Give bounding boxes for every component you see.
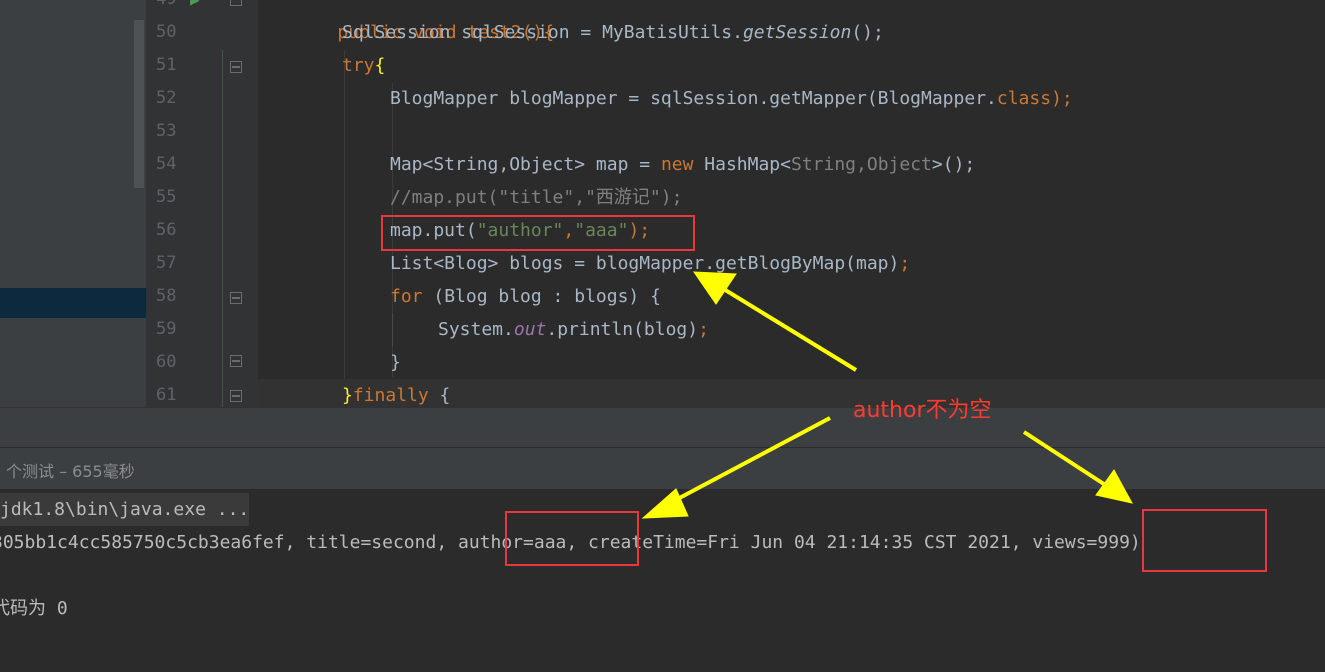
line-number: 50	[156, 22, 177, 42]
code-line: try{	[258, 49, 1325, 82]
project-scrollbar[interactable]	[134, 20, 144, 188]
line-number: 52	[156, 88, 177, 108]
code-text: ();	[851, 22, 884, 43]
code-text: new	[660, 154, 694, 175]
highlight-box-author	[505, 511, 639, 566]
code-line: BlogMapper blogMapper = sqlSession.getMa…	[258, 82, 1325, 115]
fold-icon[interactable]	[230, 390, 242, 402]
code-text: }	[390, 352, 401, 373]
code-line: List<Blog> blogs = blogMapper.getBlogByM…	[258, 247, 1325, 280]
fold-guide-line	[222, 50, 223, 407]
code-text: class	[996, 88, 1052, 109]
console-output[interactable]: jdk1.8\bin\java.exe ... 305bb1c4cc585750…	[0, 489, 1325, 672]
code-comment: //map.put("title","西游记");	[390, 187, 683, 208]
code-line: //map.put("title","西游记");	[258, 181, 1325, 214]
line-number: 56	[156, 220, 177, 240]
console-command-line: jdk1.8\bin\java.exe ...	[0, 493, 250, 526]
code-text: SqlSession sqlSession = MyBatisUtils.	[342, 22, 743, 43]
fold-icon[interactable]	[230, 0, 242, 6]
fold-icon[interactable]	[230, 292, 242, 304]
code-text: }	[342, 385, 353, 406]
code-text: try	[342, 55, 375, 76]
code-text: {	[374, 55, 386, 76]
run-test-icon[interactable]: ▶	[190, 0, 200, 9]
console-exit-line: 代码为 0	[0, 598, 68, 619]
console-text: 305bb1c4cc585750c5cb3ea6fef, title=secon…	[0, 532, 458, 553]
code-text: {	[428, 385, 451, 406]
line-number: 60	[156, 352, 177, 372]
code-text: ;	[899, 253, 911, 274]
run-toolbar[interactable]	[0, 407, 1325, 448]
console-text-views: views=999)	[1032, 532, 1141, 553]
fold-icon[interactable]	[230, 355, 242, 367]
line-number: 57	[156, 253, 177, 273]
code-text: (Blog blog : blogs) {	[422, 286, 661, 307]
code-text: BlogMapper blogMapper = sqlSession.getMa…	[390, 88, 997, 109]
code-line: Map<String,Object> map = new HashMap<Str…	[258, 148, 1325, 181]
code-line: SqlSession sqlSession = MyBatisUtils.get…	[258, 16, 1325, 49]
code-text: .println(blog)	[546, 319, 699, 340]
highlight-box-map-put	[381, 215, 695, 251]
code-text: ;	[698, 319, 709, 340]
line-number: 55	[156, 187, 177, 207]
line-number: 51	[156, 55, 177, 75]
line-number: 54	[156, 154, 177, 174]
code-text: getSession	[742, 22, 852, 43]
annotation-note: author不为空	[853, 398, 992, 423]
code-text: Map<String,Object> map =	[390, 154, 661, 175]
line-number: 53	[156, 121, 177, 141]
code-text: List<Blog> blogs = blogMapper.getBlogByM…	[390, 253, 900, 274]
test-status-text: 个测试 – 655毫秒	[6, 462, 135, 481]
fold-icon[interactable]	[230, 61, 242, 73]
project-panel[interactable]	[0, 0, 146, 407]
line-number: 58	[156, 286, 177, 306]
project-selected-row[interactable]	[0, 288, 146, 318]
code-line: public void test2(){	[258, 0, 1325, 43]
code-text: for	[390, 286, 423, 307]
code-line: System.out.println(blog);	[258, 313, 1325, 346]
test-status-bar: 个测试 – 655毫秒	[0, 447, 1325, 490]
code-editor[interactable]: public void test2(){ SqlSession sqlSessi…	[258, 0, 1325, 407]
code-line: for (Blog blog : blogs) {	[258, 280, 1325, 313]
line-number: 59	[156, 319, 177, 339]
code-text: System.	[438, 319, 514, 340]
code-line-current: }finally {	[258, 379, 1325, 407]
code-field: out	[513, 319, 547, 340]
code-text: HashMap<	[693, 154, 791, 175]
code-text: finally	[352, 385, 429, 406]
code-text: String,Object	[791, 154, 932, 175]
code-line: }	[258, 346, 1325, 379]
highlight-box-views	[1142, 509, 1267, 572]
code-text: >();	[931, 154, 976, 175]
code-text: );	[1051, 88, 1073, 109]
